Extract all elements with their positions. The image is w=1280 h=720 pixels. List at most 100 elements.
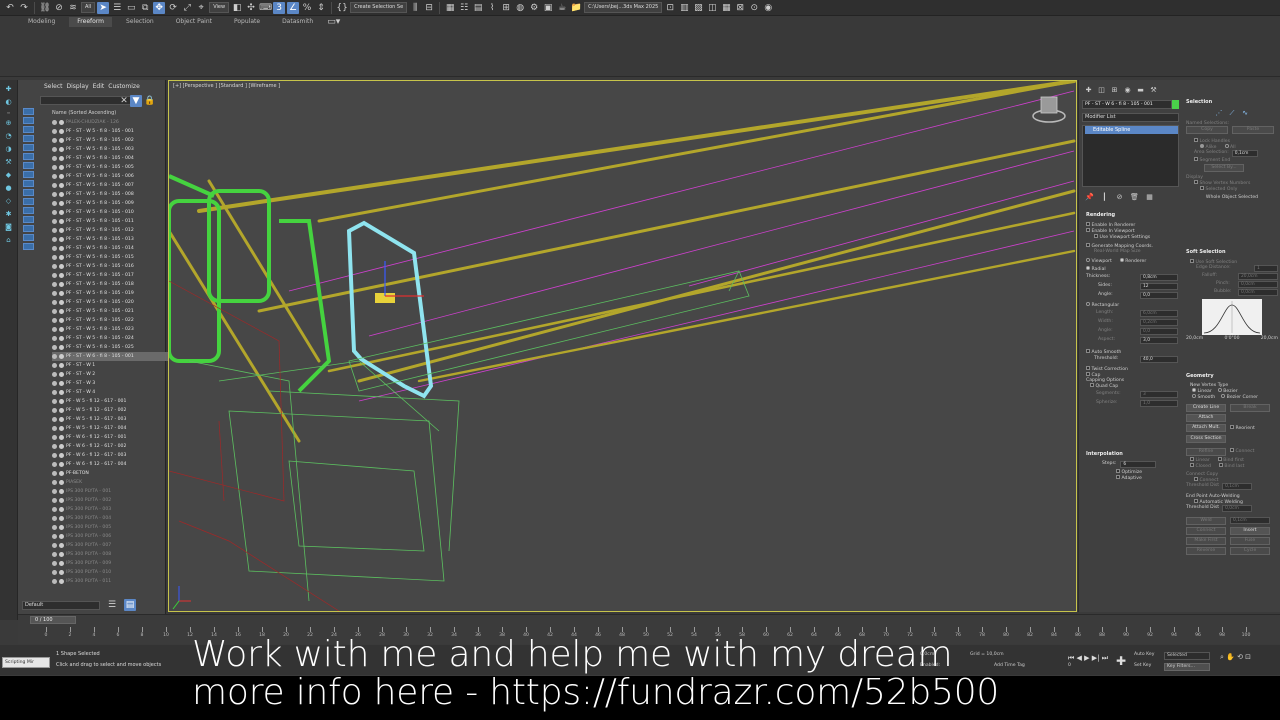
bezier-corner-radio[interactable]: Bezier Corner <box>1221 394 1258 400</box>
use-viewport-checkbox[interactable] <box>1094 234 1098 238</box>
explorer-row[interactable]: IPS 300 PLYTA - 006 <box>52 532 176 541</box>
grid-icon[interactable]: ▦ <box>720 2 732 14</box>
render-icon[interactable] <box>59 552 64 557</box>
explorer-filter-icon[interactable] <box>22 144 34 151</box>
explorer-row[interactable]: PF - ST - W 1 <box>52 361 176 370</box>
explorer-row[interactable]: PF - ST - W 5 - fi 8 - 105 - 010 <box>52 208 176 217</box>
set-key-button[interactable]: Set Key <box>1134 663 1151 668</box>
explorer-row[interactable]: PF - W 5 - fi 12 - 617 - 004 <box>52 424 176 433</box>
explorer-filter-icon[interactable] <box>22 171 34 178</box>
explorer-filter-icon[interactable] <box>22 189 34 196</box>
modify-icon[interactable]: ◐ <box>4 97 14 107</box>
auto-key-button[interactable]: Auto Key <box>1134 652 1154 657</box>
visibility-icon[interactable] <box>52 498 57 503</box>
angle-snap-icon[interactable]: ∠ <box>287 1 300 14</box>
explorer-row[interactable]: PF - ST - W 6 - fi 8 - 105 - 001 <box>52 352 176 361</box>
explorer-filter-icon[interactable] <box>22 153 34 160</box>
render-icon[interactable] <box>59 435 64 440</box>
render-icon[interactable] <box>59 408 64 413</box>
render-icon[interactable] <box>59 480 64 485</box>
make-first-button[interactable]: Make First <box>1186 537 1226 545</box>
render-icon[interactable] <box>59 381 64 386</box>
explorer-row[interactable]: PF - ST - W 5 - fi 8 - 105 - 015 <box>52 253 176 262</box>
gen-mapping-checkbox[interactable] <box>1086 243 1090 247</box>
auto-smooth-row[interactable]: Auto Smooth <box>1086 349 1178 355</box>
pin-icon[interactable]: ◉ <box>762 2 774 14</box>
visibility-icon[interactable] <box>52 201 57 206</box>
explorer-row[interactable]: PF - ST - W 5 - fi 8 - 105 - 017 <box>52 271 176 280</box>
layer-options-icon[interactable]: ☰ <box>106 599 118 611</box>
visibility-icon[interactable] <box>52 147 57 152</box>
render-icon[interactable] <box>59 165 64 170</box>
render-icon[interactable] <box>59 291 64 296</box>
menu-display[interactable]: Display <box>67 83 89 93</box>
visibility-icon[interactable] <box>52 417 57 422</box>
reference-coord-dropdown[interactable]: View <box>209 2 230 13</box>
scale-icon[interactable]: ⤢ <box>181 2 193 14</box>
curve-editor-icon[interactable]: ⌇ <box>486 2 498 14</box>
explorer-row[interactable]: PF - ST - W 5 - fi 8 - 105 - 006 <box>52 172 176 181</box>
rendering-title[interactable]: Rendering <box>1086 212 1178 218</box>
render-setup-icon[interactable]: ⚙ <box>528 2 540 14</box>
explorer-row[interactable]: PIASEK <box>52 478 176 487</box>
render-icon[interactable] <box>59 525 64 530</box>
light-icon[interactable]: ✱ <box>4 209 14 219</box>
explorer-filter-icon[interactable] <box>22 225 34 232</box>
quad-cap-row[interactable]: Quad Cap <box>1086 383 1178 389</box>
unlink-icon[interactable]: ⊘ <box>53 2 65 14</box>
render-icon[interactable] <box>59 228 64 233</box>
open-file-icon[interactable]: ▥ <box>678 2 690 14</box>
lock-icon[interactable]: 🔒 <box>144 95 156 107</box>
enable-renderer-checkbox[interactable] <box>1086 222 1090 226</box>
edge-distance-spinner[interactable]: 1 <box>1254 265 1278 272</box>
visibility-icon[interactable] <box>52 120 57 125</box>
explorer-filter-icon[interactable] <box>22 117 34 124</box>
tab-datasmith[interactable]: Datasmith <box>274 17 321 27</box>
camera-icon[interactable]: ◙ <box>4 222 14 232</box>
render-icon[interactable] <box>59 192 64 197</box>
explorer-row[interactable]: PF - ST - W 4 <box>52 388 176 397</box>
aspect-spinner[interactable]: 3,0 <box>1140 337 1178 344</box>
explorer-row[interactable]: PF - ST - W 5 - fi 8 - 105 - 022 <box>52 316 176 325</box>
enable-viewport-checkbox[interactable] <box>1086 228 1090 232</box>
explorer-filter-icon[interactable] <box>22 126 34 133</box>
visibility-icon[interactable] <box>52 246 57 251</box>
explorer-column-header[interactable]: Name (Sorted Ascending) <box>52 109 162 117</box>
visibility-icon[interactable] <box>52 525 57 530</box>
explorer-row[interactable]: PF - ST - W 5 - fi 8 - 105 - 025 <box>52 343 176 352</box>
twist-checkbox[interactable] <box>1086 366 1090 370</box>
render-icon[interactable] <box>59 318 64 323</box>
visibility-icon[interactable] <box>52 327 57 332</box>
time-slider[interactable]: 0 / 100 <box>30 616 76 624</box>
connect-button[interactable]: Connect <box>1186 527 1226 535</box>
clear-search-icon[interactable]: ✕ <box>118 95 130 107</box>
adaptive-checkbox[interactable] <box>1116 475 1120 479</box>
weld-button[interactable]: Weld <box>1186 517 1226 525</box>
visibility-icon[interactable] <box>52 318 57 323</box>
visibility-icon[interactable] <box>52 300 57 305</box>
visibility-icon[interactable] <box>52 453 57 458</box>
smooth-radio[interactable]: Smooth <box>1192 394 1215 400</box>
visibility-icon[interactable] <box>52 237 57 242</box>
create-line-button[interactable]: Create Line <box>1186 404 1226 412</box>
refine-button[interactable]: Refine <box>1186 448 1226 456</box>
render-icon[interactable] <box>59 210 64 215</box>
thickness-spinner[interactable]: 0,8cm <box>1140 274 1178 281</box>
viewcube-box[interactable] <box>1040 96 1058 114</box>
render-icon[interactable] <box>59 327 64 332</box>
explorer-row[interactable]: IPS 300 PLYTA - 003 <box>52 505 176 514</box>
explorer-row[interactable]: PF - ST - W 5 - fi 8 - 105 - 014 <box>52 244 176 253</box>
visibility-icon[interactable] <box>52 165 57 170</box>
interpolation-title[interactable]: Interpolation <box>1086 451 1178 457</box>
pivot-icon[interactable]: ◧ <box>231 2 243 14</box>
explorer-row[interactable]: PF - W 6 - fi 12 - 617 - 001 <box>52 433 176 442</box>
layer-explorer-icon[interactable]: ☷ <box>458 2 470 14</box>
navigation-icons[interactable]: ⌕ ✋ ⟲ ⊡ <box>1220 653 1251 662</box>
explorer-row[interactable]: IPS 300 PLYTA - 005 <box>52 523 176 532</box>
place-icon[interactable]: ⌖ <box>195 2 207 14</box>
explorer-row[interactable]: PF - W 6 - fi 12 - 617 - 004 <box>52 460 176 469</box>
play-controls[interactable]: ⏮ ◀ ▶ ▶| ⏭ <box>1068 654 1108 663</box>
selected-only-row[interactable]: Selected Only <box>1186 186 1278 192</box>
explorer-row[interactable]: PALEK-CHUDZIAK - 126 <box>52 118 176 127</box>
copy-button[interactable]: Copy <box>1186 126 1228 134</box>
